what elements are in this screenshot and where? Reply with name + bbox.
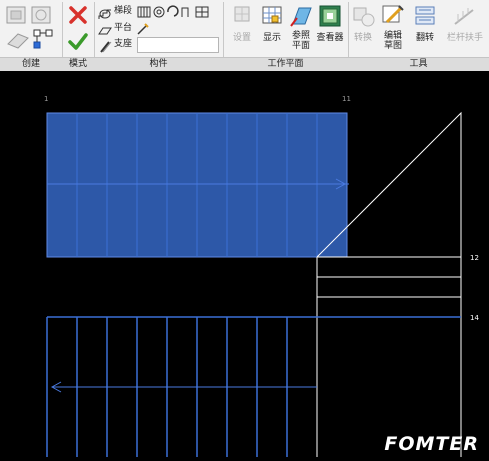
railing-button[interactable]: 栏杆扶手 [444, 33, 486, 43]
set-workplane-button[interactable]: 设置 [228, 33, 256, 43]
panel-label-draw: 构件 [149, 59, 168, 69]
show-workplane-icon [261, 4, 283, 28]
draw-tools-row[interactable] [136, 4, 218, 20]
viewer-icon [318, 4, 342, 28]
riser-number-12: 12 [470, 254, 479, 262]
grid-label-1: 1 [44, 95, 48, 103]
ref-plane-label-1: 参照 [291, 31, 310, 41]
ref-plane-icon [289, 4, 313, 28]
pick-lines-icon[interactable] [136, 21, 150, 35]
panel-label-mode: 模式 [68, 59, 87, 69]
lower-run-arrow [50, 381, 317, 393]
panel-label-bar: 创建 模式 构件 工作平面 工具 [0, 57, 489, 71]
landing-button[interactable]: 平台 [114, 23, 132, 33]
stair-sketch[interactable]: 1 11 12 14 [0, 71, 489, 457]
flip-icon [413, 4, 437, 28]
create-icons [6, 6, 53, 49]
drawing-canvas[interactable]: 1 11 12 14 [0, 71, 489, 457]
draw-options-field[interactable] [137, 37, 219, 53]
edit-sketch-button[interactable]: 编辑 草图 [378, 31, 408, 51]
check-icon [68, 33, 88, 50]
support-icon [98, 38, 112, 53]
ribbon: 梯段 平台 支座 设置 显示 参照 平面 查看器 转换 编辑 草图 翻转 栏杆扶… [0, 0, 489, 71]
panel-label-tools: 工具 [409, 59, 428, 69]
flip-button[interactable]: 翻转 [410, 33, 440, 43]
ref-plane-label-2: 平面 [291, 41, 310, 51]
run-button[interactable]: 梯段 [114, 6, 132, 16]
edit-sketch-label-1: 编辑 [383, 31, 402, 41]
panel-label-create: 创建 [21, 59, 40, 69]
draw-shape-icons [137, 5, 209, 18]
watermark-logo: FOMTER [384, 433, 479, 455]
create-tools[interactable] [4, 4, 58, 54]
support-button[interactable]: 支座 [114, 39, 132, 49]
convert-icon [352, 4, 376, 28]
convert-button[interactable]: 转换 [348, 33, 378, 43]
panel-label-workplane: 工作平面 [267, 59, 304, 69]
ribbon-panels: 梯段 平台 支座 设置 显示 参照 平面 查看器 转换 编辑 草图 翻转 栏杆扶… [0, 0, 489, 68]
edit-sketch-label-2: 草图 [383, 41, 402, 51]
riser-number-14: 14 [470, 314, 479, 322]
grid-label-11: 11 [342, 95, 351, 103]
show-workplane-button[interactable]: 显示 [258, 33, 286, 43]
viewer-button[interactable]: 查看器 [314, 33, 346, 43]
set-workplane-icon [232, 4, 252, 26]
railing-icon [452, 4, 476, 28]
ref-plane-button[interactable]: 参照 平面 [286, 31, 316, 51]
finish-edit-button[interactable] [67, 30, 89, 52]
cancel-edit-button[interactable] [67, 4, 89, 26]
run-icon [98, 5, 112, 19]
edit-sketch-icon [381, 4, 405, 28]
landing-icon [98, 22, 112, 35]
close-icon [69, 6, 87, 24]
